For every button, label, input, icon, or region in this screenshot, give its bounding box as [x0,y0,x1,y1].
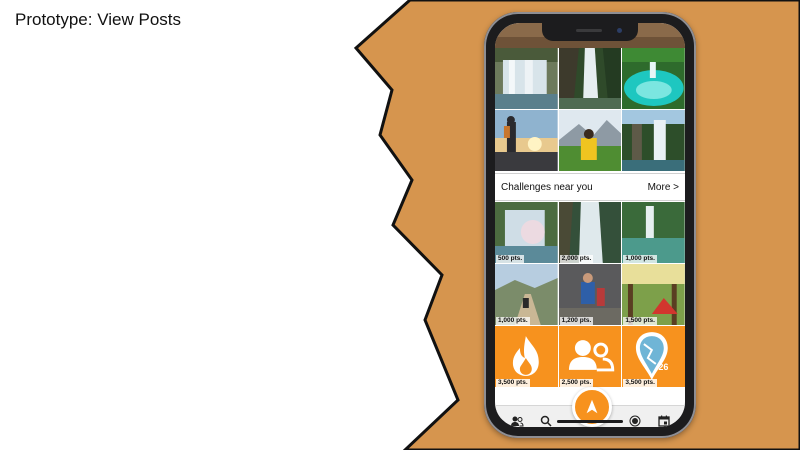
challenges-grid: 500 pts. 2,000 pts. 1,000 pts. 1,000 pts… [495,202,685,387]
hiker-sunset-photo [495,110,558,171]
turquoise-pool-photo [622,48,685,109]
flame-icon [512,336,539,376]
more-link[interactable]: More > [648,182,679,193]
waterfall-photo [495,48,558,109]
challenge-tile[interactable]: 1,500 pts. [622,264,685,325]
phone-notch [542,23,638,41]
friends-icon [568,340,614,372]
badge-tile-map-pin[interactable]: 26 3,500 pts. [622,326,685,387]
forest-waterfall-photo [558,48,622,109]
challenge-tile[interactable]: 2,000 pts. [558,202,622,263]
hiker-mountain-photo [558,110,622,171]
record-icon[interactable] [628,414,642,427]
friends-icon[interactable] [510,414,524,427]
posts-grid [495,48,685,171]
home-indicator [557,420,623,423]
badge-tile-friends[interactable]: 2,500 pts. [558,326,622,387]
cliff-waterfall-photo [622,110,685,171]
points-label: 1,200 pts. [559,317,594,325]
post-tile-waterfall-cliff[interactable] [622,110,685,171]
points-label: 1,000 pts. [623,255,657,263]
points-label: 1,000 pts. [496,317,530,325]
challenge-tile[interactable]: 500 pts. [495,202,558,263]
points-label: 3,500 pts. [623,379,657,387]
challenge-photo [558,202,622,263]
badge-count: 26 [658,362,669,372]
search-icon[interactable] [539,414,553,427]
points-label: 3,500 pts. [496,379,530,387]
challenge-photo [495,202,558,263]
challenge-photo [495,264,558,325]
map-pin-icon [636,332,669,380]
challenges-header: Challenges near you More > [495,173,685,201]
calendar-icon[interactable] [657,414,671,427]
points-label: 1,500 pts. [623,317,657,325]
points-label: 2,500 pts. [559,379,594,387]
speaker [576,29,602,32]
badge-tile-flame[interactable]: 3,500 pts. [495,326,558,387]
challenge-tile[interactable]: 1,000 pts. [622,202,685,263]
phone-frame: Challenges near you More > 500 pts. 2,00… [484,12,696,438]
post-tile-hiker-sunset[interactable] [495,110,558,171]
challenges-title: Challenges near you [501,181,593,193]
challenge-tile[interactable]: 1,200 pts. [558,264,622,325]
points-label: 2,000 pts. [559,255,594,263]
post-tile-waterfall-forest[interactable] [558,48,622,109]
app-screen: Challenges near you More > 500 pts. 2,00… [495,23,685,427]
navigate-icon [586,399,598,414]
points-label: 500 pts. [496,255,525,263]
challenge-photo [558,264,622,325]
challenge-tile[interactable]: 1,000 pts. [495,264,558,325]
post-tile-turquoise-pool[interactable] [622,48,685,109]
post-tile-hiker-mountain[interactable] [558,110,622,171]
challenge-photo [622,202,685,263]
post-tile-waterfall-wide[interactable] [495,48,558,109]
challenge-photo [622,264,685,325]
slide-title: Prototype: View Posts [15,10,181,29]
front-camera [617,28,622,33]
